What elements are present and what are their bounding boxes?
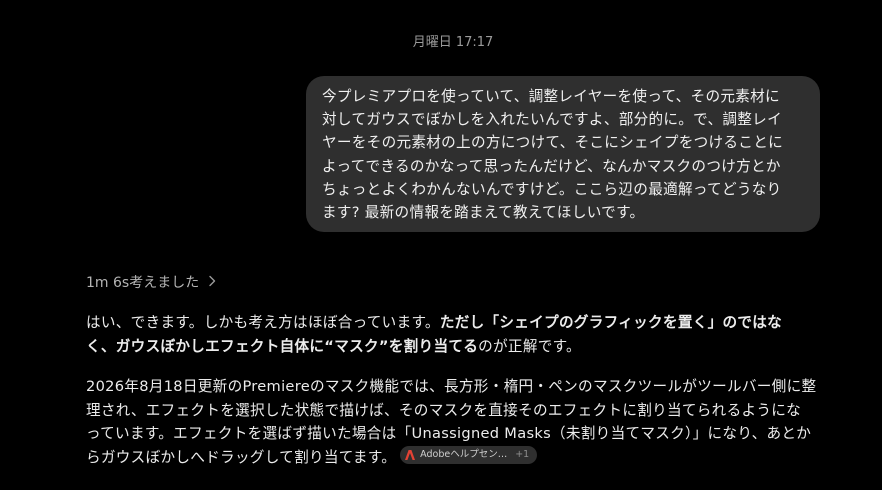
source-citation-label: Adobeヘルプセン… [420, 448, 508, 460]
thought-duration-label: 1m 6s考えました [86, 275, 200, 291]
adobe-icon [405, 449, 416, 460]
assistant-paragraph-2: 2026年8月18日更新のPremiereのマスク機能では、長方形・楕円・ペンの… [86, 375, 817, 470]
user-message-line: 今プレミアプロを使っていて、調整レイヤーを使って、その元素材に [322, 88, 780, 105]
answer-text: はい、できます。しかも考え方はほぼ合っています。 [86, 314, 440, 331]
chevron-right-icon [208, 275, 218, 289]
source-citation-chip[interactable]: Adobeヘルプセン… +1 [400, 445, 538, 464]
message-timestamp: 月曜日 17:17 [412, 35, 494, 50]
user-message-line: 対してガウスでぼかしを入れたいんですよ、部分的に。で、調整レイ [322, 111, 782, 129]
user-message-bubble: 今プレミアプロを使っていて、調整レイヤーを使って、その元素材に 対してガウスでぼ… [306, 76, 820, 232]
user-message-line: ちょっとよくわかんないんですけど。ここら辺の最適解ってどうなり [322, 180, 782, 198]
answer-line: 2026年8月18日更新のPremiereのマスク機能では、長方形・楕円・ペンの… [86, 378, 817, 395]
user-message-line: ヤーをその元素材の上の方につけて、そこにシェイプをつけることに [322, 134, 783, 152]
answer-text: のが正解です。 [478, 337, 581, 355]
user-message-line: ます? 最新の情報を踏まえて教えてほしいです。 [322, 204, 645, 222]
answer-line: はい、できます。しかも考え方はほぼ合っています。ただし「シェイプのグラフィックを… [86, 311, 806, 335]
answer-text: らガウスぼかしへドラッグして割り当てます。 [86, 448, 397, 466]
source-citation-count: +1 [515, 448, 530, 460]
answer-line: く、ガウスぼかしエフェクト自体に“マスク”を割り当てるのが正解です。 [86, 335, 806, 359]
thought-duration-toggle[interactable]: 1m 6s考えました [86, 272, 218, 292]
answer-bold-text: ただし「シェイプのグラフィックを置く」のではな [439, 314, 783, 331]
user-message-line: よってできるのかなって思ったんだけど、なんかマスクのつけ方とか [322, 157, 781, 175]
assistant-paragraph-1: はい、できます。しかも考え方はほぼ合っています。ただし「シェイプのグラフィックを… [86, 311, 806, 358]
answer-bold-text: く、ガウスぼかしエフェクト自体に“マスク”を割り当てる [86, 337, 479, 355]
answer-line: らガウスぼかしへドラッグして割り当てます。 Adobeヘルプセン… +1 [86, 445, 806, 470]
answer-line: 理され、エフェクトを選択した状態で描けば、そのマスクを直接そのエフェクトに割り当… [86, 401, 802, 419]
